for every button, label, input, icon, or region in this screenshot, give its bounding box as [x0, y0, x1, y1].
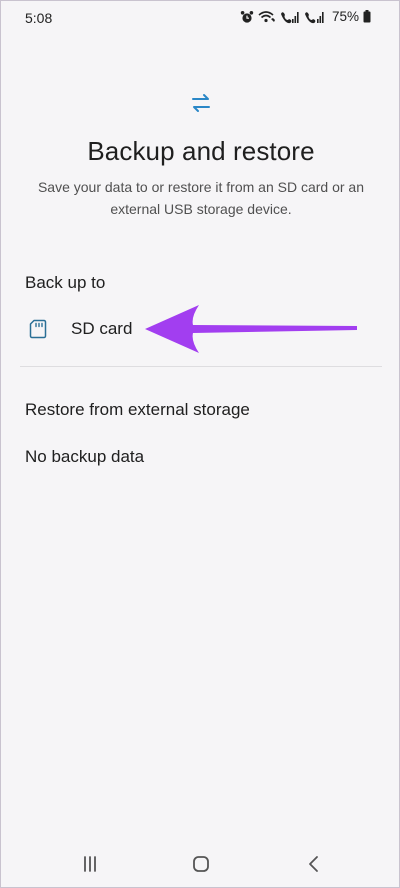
signal-calling-icon-2 — [304, 11, 324, 23]
alarm-icon — [240, 10, 254, 23]
screen: 5:08 75% Backup and restore Save your da… — [0, 0, 400, 888]
transfer-arrows-icon — [192, 94, 210, 112]
sd-card-label: SD card — [71, 319, 133, 338]
battery-icon — [363, 10, 371, 23]
pointer-arrow-icon — [145, 305, 357, 353]
wifi-calling-icon — [258, 10, 275, 22]
no-backup-message: No backup data — [25, 447, 145, 466]
status-bar: 5:08 75% — [1, 1, 399, 35]
section-title-backup: Back up to — [25, 273, 106, 292]
status-time: 5:08 — [25, 10, 53, 26]
page-title: Backup and restore — [87, 136, 315, 166]
home-icon[interactable] — [186, 851, 216, 877]
sd-card-icon — [29, 319, 47, 339]
section-title-restore: Restore from external storage — [25, 400, 250, 419]
status-icons: 75% — [240, 9, 371, 24]
back-icon[interactable] — [299, 851, 329, 877]
signal-calling-icon-1 — [280, 11, 299, 23]
navigation-bar — [1, 839, 399, 887]
battery-percent: 75% — [331, 9, 359, 24]
recent-apps-icon[interactable] — [75, 851, 105, 877]
page-subtitle: Save your data to or restore it from an … — [37, 179, 365, 217]
divider — [20, 366, 382, 367]
